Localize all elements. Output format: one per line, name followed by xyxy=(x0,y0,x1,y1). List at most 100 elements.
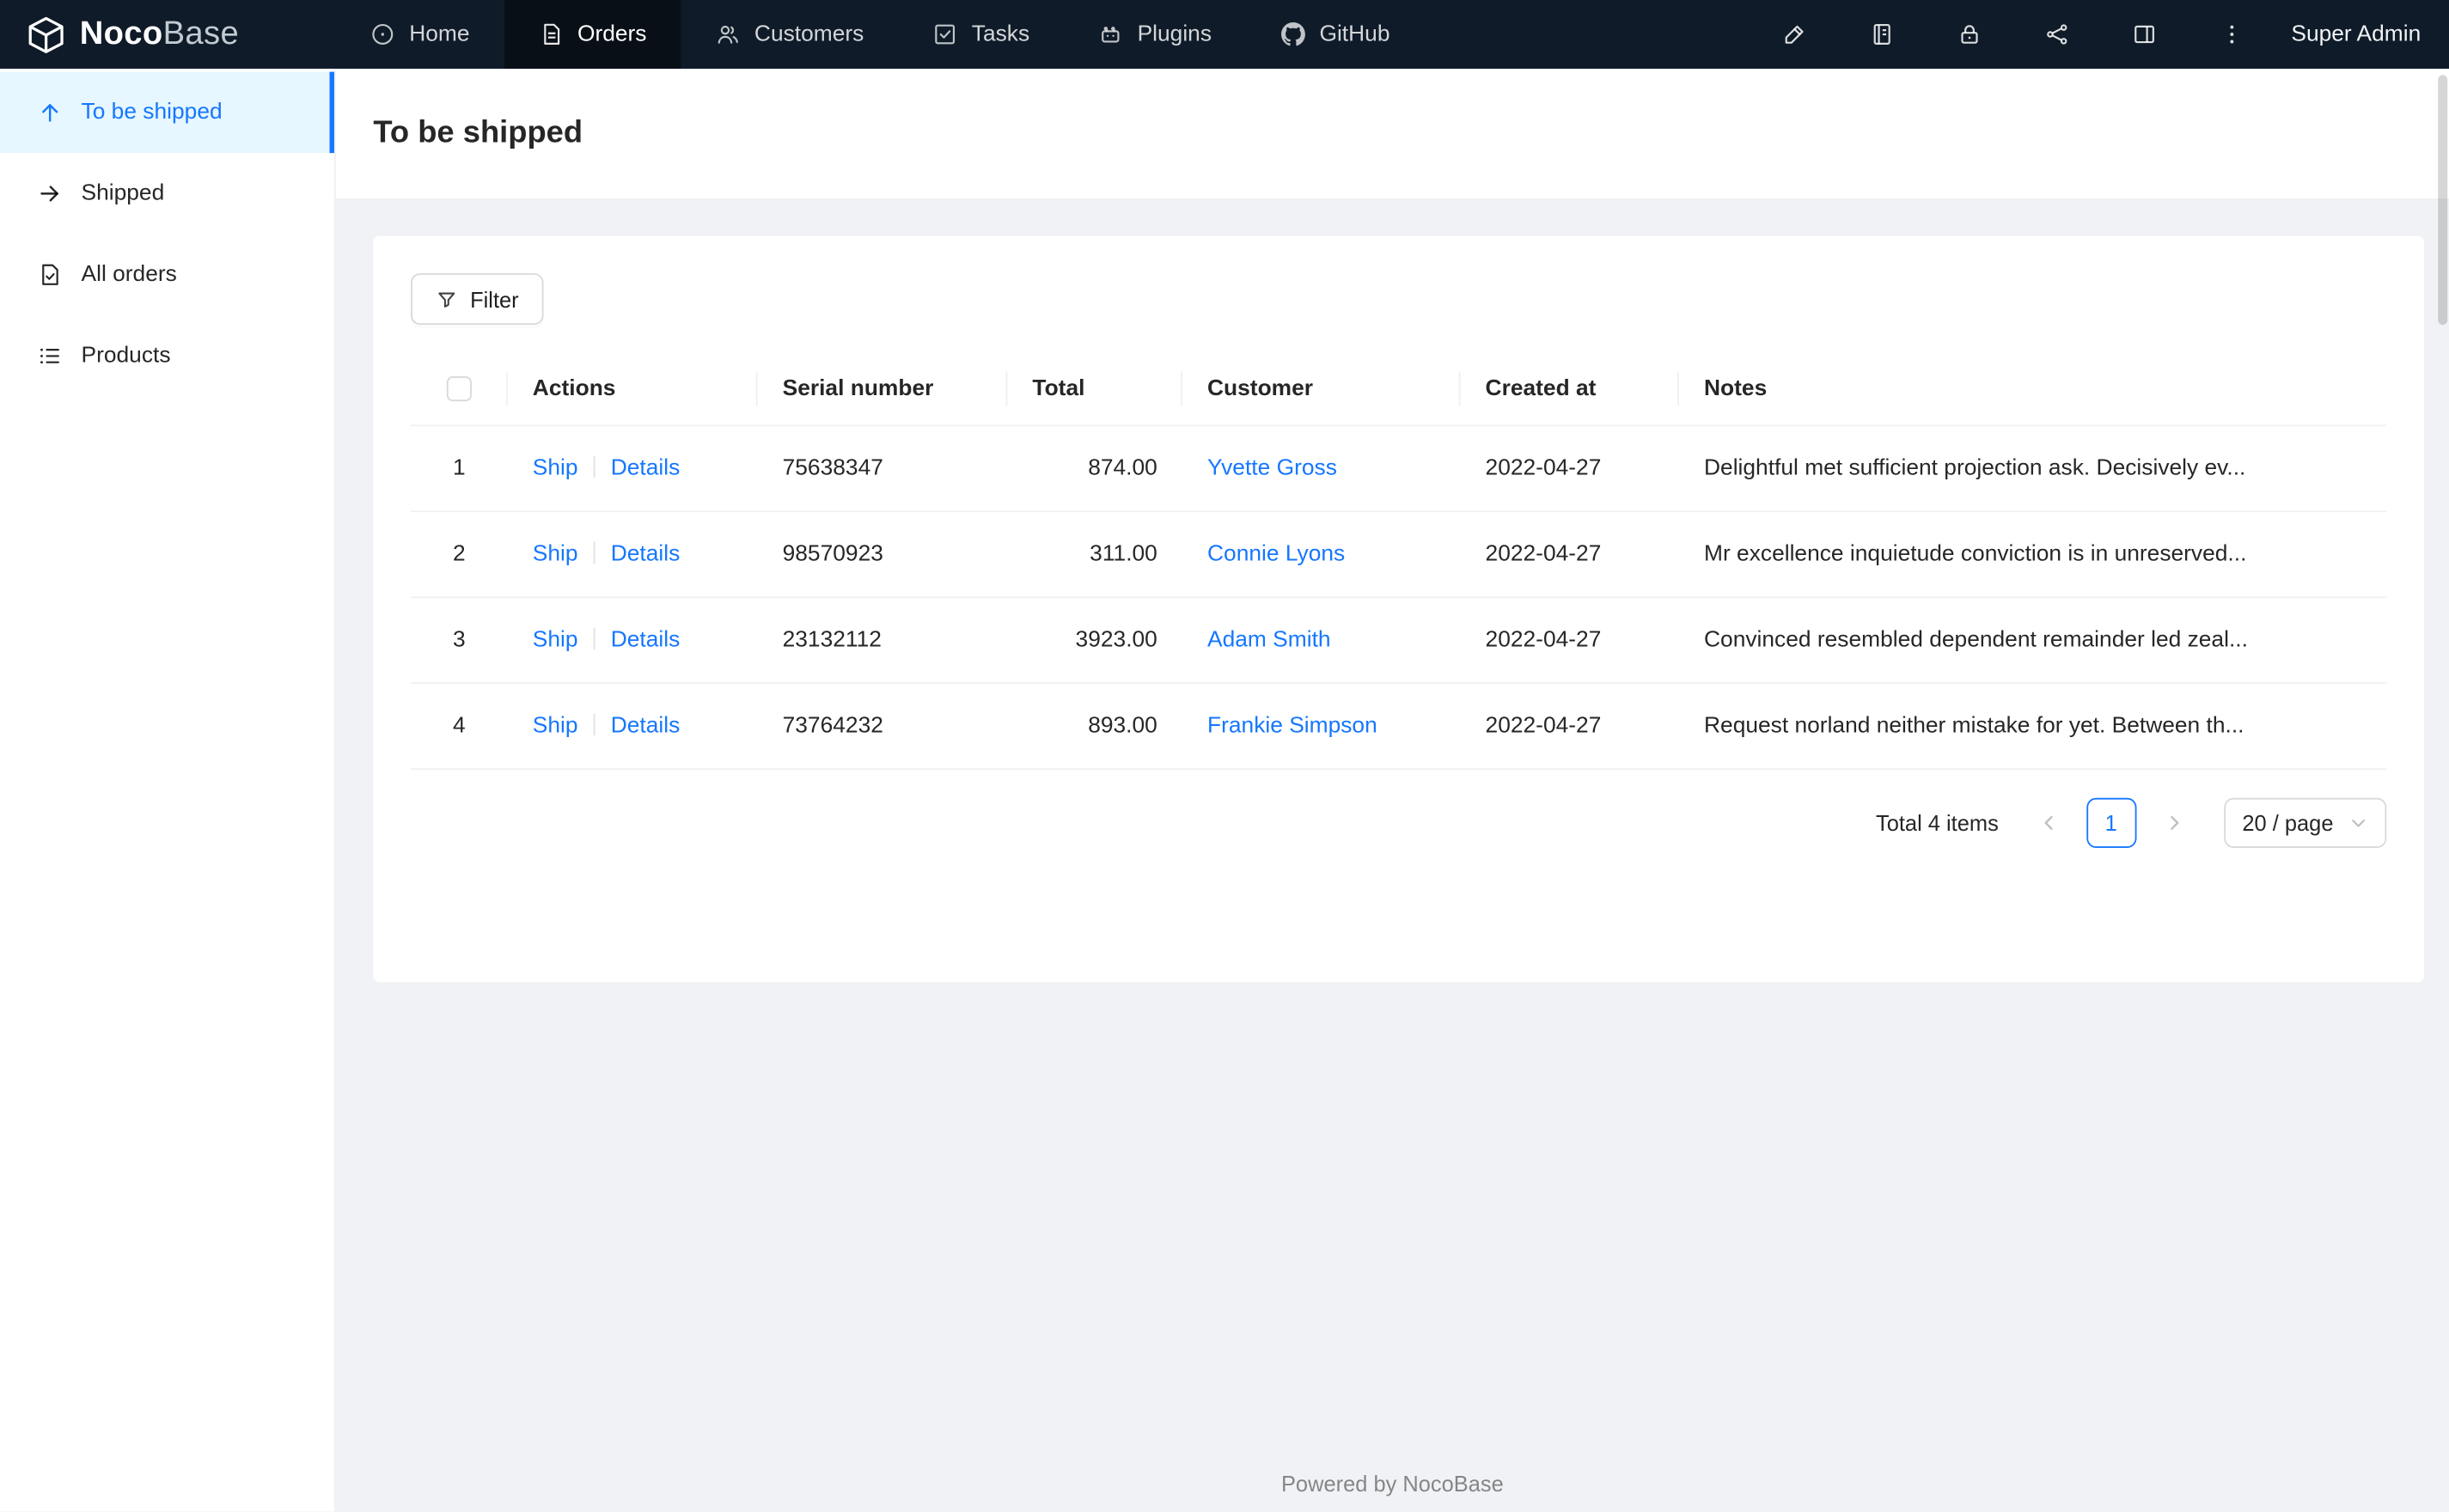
arrow-up-icon xyxy=(38,100,63,125)
sidebar-item-to-be-shipped[interactable]: To be shipped xyxy=(0,71,334,154)
github-icon xyxy=(1280,21,1305,46)
row-notes: Delightful met sufficient projection ask… xyxy=(1678,425,2387,513)
row-created-at: 2022-04-27 xyxy=(1460,683,1679,771)
app-viewport: NocoBase Home Orders Customers Tasks Plu… xyxy=(0,0,2449,1512)
top-navbar: NocoBase Home Orders Customers Tasks Plu… xyxy=(0,0,2449,69)
row-serial-number: 98570923 xyxy=(757,511,1008,599)
ship-link[interactable]: Ship xyxy=(533,628,578,653)
footer-credit: Powered by NocoBase xyxy=(1280,1471,1504,1497)
page-content: Filter Actions Serial number Total Custo… xyxy=(336,198,2449,1512)
customer-link[interactable]: Adam Smith xyxy=(1207,628,1331,653)
file-done-icon xyxy=(38,262,63,287)
row-total: 311.00 xyxy=(1007,511,1182,599)
user-menu[interactable]: Super Admin xyxy=(2291,21,2421,46)
nav-item-label: Plugins xyxy=(1137,21,1212,47)
layout-icon[interactable] xyxy=(2101,0,2189,69)
nav-item-plugins[interactable]: Plugins xyxy=(1064,0,1246,69)
row-notes: Convinced resembled dependent remainder … xyxy=(1678,597,2387,685)
nav-item-label: GitHub xyxy=(1319,21,1390,47)
column-header-total[interactable]: Total xyxy=(1007,352,1182,427)
customer-link[interactable]: Frankie Simpson xyxy=(1207,714,1377,739)
main-nav: Home Orders Customers Tasks Plugins GitH… xyxy=(336,0,1425,69)
nav-item-label: Customers xyxy=(754,21,864,47)
table-row[interactable]: 1 Ship Details 75638347 874.00 Yvette Gro… xyxy=(411,425,2387,513)
row-serial-number: 73764232 xyxy=(757,683,1008,771)
filter-icon xyxy=(436,288,457,309)
customer-link[interactable]: Connie Lyons xyxy=(1207,542,1345,567)
more-icon[interactable] xyxy=(2188,0,2275,69)
row-actions: Ship Details xyxy=(507,683,758,771)
ship-link[interactable]: Ship xyxy=(533,456,578,481)
nav-item-home[interactable]: Home xyxy=(336,0,504,69)
home-icon xyxy=(370,21,395,46)
sidebar-item-shipped[interactable]: Shipped xyxy=(0,153,334,235)
customer-link[interactable]: Yvette Gross xyxy=(1207,456,1337,481)
row-serial-number: 75638347 xyxy=(757,425,1008,513)
nav-item-label: Home xyxy=(409,21,470,47)
table-row[interactable]: 2 Ship Details 98570923 311.00 Connie Lyo… xyxy=(411,511,2387,599)
details-link[interactable]: Details xyxy=(611,714,681,739)
nav-item-label: Orders xyxy=(577,21,647,47)
sidebar-item-all-orders[interactable]: All orders xyxy=(0,235,334,316)
column-header-created-at[interactable]: Created at xyxy=(1460,352,1679,427)
row-customer-cell: Yvette Gross xyxy=(1182,425,1461,513)
pagination-total: Total 4 items xyxy=(1875,810,1999,836)
api-icon[interactable] xyxy=(2013,0,2101,69)
row-index: 2 xyxy=(411,511,508,599)
details-link[interactable]: Details xyxy=(611,456,681,481)
action-divider xyxy=(593,455,595,479)
row-total: 874.00 xyxy=(1007,425,1182,513)
column-header-actions[interactable]: Actions xyxy=(507,352,758,427)
lock-icon[interactable] xyxy=(1926,0,2013,69)
filter-button-label: Filter xyxy=(470,286,519,312)
sidebar-item-label: Shipped xyxy=(81,180,165,206)
plugins-icon xyxy=(1098,21,1123,46)
details-link[interactable]: Details xyxy=(611,542,681,567)
nocobase-logo[interactable]: NocoBase xyxy=(0,0,336,69)
table-body: 1 Ship Details 75638347 874.00 Yvette Gro… xyxy=(411,425,2387,771)
page-size-select[interactable]: 20 / page xyxy=(2223,797,2387,848)
table-row[interactable]: 4 Ship Details 73764232 893.00 Frankie Si… xyxy=(411,683,2387,771)
row-total: 893.00 xyxy=(1007,683,1182,771)
nav-item-customers[interactable]: Customers xyxy=(681,0,899,69)
nav-item-label: Tasks xyxy=(971,21,1030,47)
row-actions: Ship Details xyxy=(507,511,758,599)
notebook-icon[interactable] xyxy=(1838,0,1926,69)
ship-link[interactable]: Ship xyxy=(533,542,578,567)
table-row[interactable]: 3 Ship Details 23132112 3923.00 Adam Smit… xyxy=(411,597,2387,685)
sidebar: To be shipped Shipped All orders Product… xyxy=(0,68,336,1512)
filter-button[interactable]: Filter xyxy=(411,273,544,326)
sidebar-item-label: All orders xyxy=(81,262,177,288)
action-divider xyxy=(593,713,595,736)
pagination-prev-button[interactable] xyxy=(2024,798,2073,848)
highlighter-icon[interactable] xyxy=(1750,0,1838,69)
page-title: To be shipped xyxy=(373,115,583,150)
window-scrollbar[interactable] xyxy=(2438,75,2448,326)
nav-item-github[interactable]: GitHub xyxy=(1246,0,1424,69)
details-link[interactable]: Details xyxy=(611,628,681,653)
row-index: 4 xyxy=(411,683,508,771)
ship-link[interactable]: Ship xyxy=(533,714,578,739)
sidebar-item-label: To be shipped xyxy=(81,100,223,125)
column-header-notes[interactable]: Notes xyxy=(1678,352,2387,427)
nocobase-logo-icon xyxy=(25,13,67,55)
row-created-at: 2022-04-27 xyxy=(1460,425,1679,513)
nav-item-orders[interactable]: Orders xyxy=(504,0,681,69)
page-size-value: 20 / page xyxy=(2242,810,2334,836)
row-index: 3 xyxy=(411,597,508,685)
pagination: Total 4 items 1 20 / page xyxy=(411,797,2387,848)
column-header-serial-number[interactable]: Serial number xyxy=(757,352,1008,427)
pagination-next-button[interactable] xyxy=(2148,798,2198,848)
row-notes: Mr excellence inquietude conviction is i… xyxy=(1678,511,2387,599)
orders-card: Filter Actions Serial number Total Custo… xyxy=(373,235,2424,983)
chevron-down-icon xyxy=(2349,814,2368,832)
customers-icon xyxy=(715,21,740,46)
sidebar-item-products[interactable]: Products xyxy=(0,315,334,397)
nav-item-tasks[interactable]: Tasks xyxy=(898,0,1064,69)
main-area: To be shipped Filter Actions Serial numb… xyxy=(335,68,2449,1512)
select-all-checkbox[interactable] xyxy=(446,376,472,402)
pagination-page-1[interactable]: 1 xyxy=(2086,797,2136,848)
action-divider xyxy=(593,627,595,650)
column-header-customer[interactable]: Customer xyxy=(1182,352,1461,427)
row-index: 1 xyxy=(411,425,508,513)
